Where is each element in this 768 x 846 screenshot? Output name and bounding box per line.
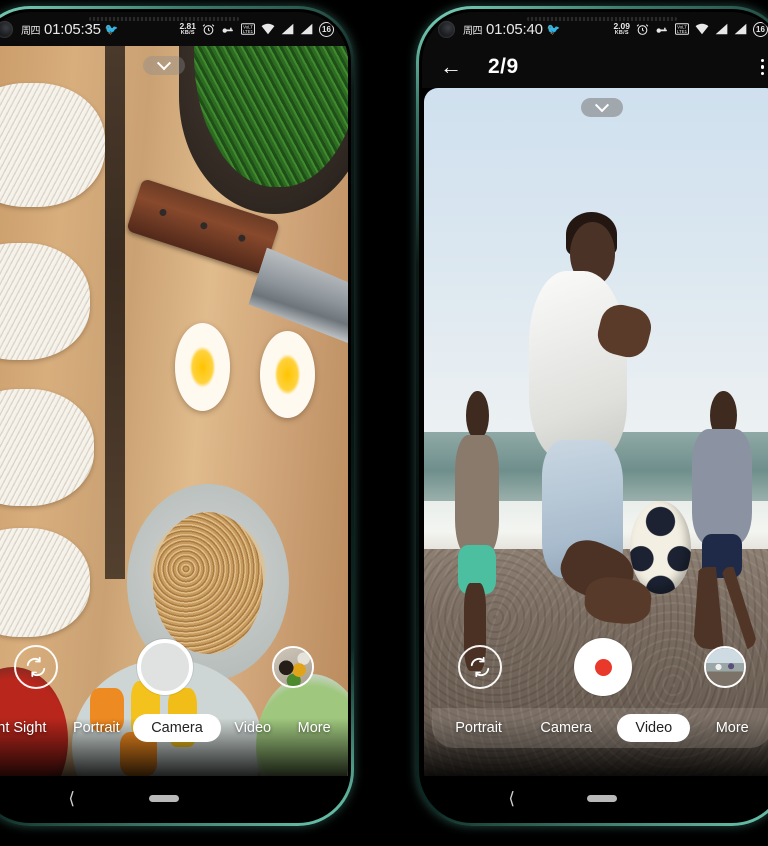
overflow-menu-icon[interactable] bbox=[760, 58, 764, 76]
network-speed-indicator: 2.09 KB/S bbox=[613, 22, 630, 36]
bird-icon: 🐦 bbox=[104, 23, 119, 36]
mode-more[interactable]: More bbox=[703, 714, 762, 742]
back-chevron-icon[interactable]: ⟨ bbox=[508, 790, 515, 807]
camera-mode-selector: Portrait Camera Video More bbox=[432, 708, 768, 748]
board-seam bbox=[105, 46, 126, 579]
volte-icon: VoLT LTE1 bbox=[241, 23, 255, 35]
camera-controls bbox=[424, 632, 768, 702]
record-dot-icon bbox=[594, 658, 612, 676]
last-video-thumbnail bbox=[706, 648, 744, 686]
phone-right: 周四 01:05:40 🐦 2.09 KB/S VoLT LTE1 16 ← 2… bbox=[416, 6, 768, 826]
bird-icon: 🐦 bbox=[546, 23, 561, 36]
screenshot-stage: 周四 01:05:35 🐦 2.81 KB/S VoLT LTE1 16 ht … bbox=[0, 0, 768, 846]
mode-portrait[interactable]: Portrait bbox=[60, 714, 133, 742]
mode-camera[interactable]: Camera bbox=[527, 714, 605, 742]
mode-camera[interactable]: Camera bbox=[133, 714, 221, 742]
signal-bars-icon-2 bbox=[300, 23, 313, 35]
boiled-egg bbox=[259, 330, 315, 419]
key-icon bbox=[221, 23, 235, 36]
expand-settings-button[interactable] bbox=[581, 97, 623, 117]
front-camera-punch-hole bbox=[0, 20, 13, 38]
battery-indicator: 16 bbox=[319, 21, 334, 37]
svg-text:LTE1: LTE1 bbox=[677, 29, 688, 34]
status-clock: 01:05:40 bbox=[486, 20, 543, 38]
gallery-thumbnail-button[interactable] bbox=[272, 646, 314, 688]
mode-video[interactable]: Video bbox=[221, 714, 284, 742]
signal-bars-icon bbox=[281, 23, 294, 35]
camera-mode-selector: ht Sight Portrait Camera Video More bbox=[0, 708, 348, 748]
back-chevron-icon[interactable]: ⟨ bbox=[68, 790, 75, 807]
home-pill-icon[interactable] bbox=[149, 794, 179, 802]
camera-viewfinder[interactable]: Portrait Camera Video More bbox=[424, 88, 768, 776]
status-day-label: 周四 bbox=[463, 25, 483, 37]
mode-night-sight[interactable]: ht Sight bbox=[0, 714, 59, 742]
phone-screen-left: 周四 01:05:35 🐦 2.81 KB/S VoLT LTE1 16 ht … bbox=[0, 12, 348, 820]
phone-bezel: 周四 01:05:35 🐦 2.81 KB/S VoLT LTE1 16 ht … bbox=[0, 9, 351, 823]
chevron-down-icon bbox=[594, 97, 610, 112]
flip-camera-button[interactable] bbox=[458, 645, 502, 689]
system-navigation-bar: ⟨ bbox=[0, 776, 348, 820]
camera-viewfinder[interactable]: ht Sight Portrait Camera Video More bbox=[0, 46, 348, 776]
record-button[interactable] bbox=[574, 638, 632, 696]
alarm-icon bbox=[636, 23, 649, 36]
camera-controls bbox=[0, 632, 348, 702]
chevron-down-icon bbox=[156, 55, 172, 70]
network-speed-unit: KB/S bbox=[180, 29, 195, 36]
mode-more[interactable]: More bbox=[285, 714, 344, 742]
key-icon bbox=[655, 23, 669, 36]
system-navigation-bar: ⟨ bbox=[422, 776, 768, 820]
mode-video[interactable]: Video bbox=[617, 714, 691, 742]
status-bar-left: 周四 01:05:35 🐦 bbox=[21, 21, 119, 38]
mode-portrait[interactable]: Portrait bbox=[442, 714, 515, 742]
signal-bars-icon-2 bbox=[734, 23, 747, 35]
earpiece-speaker bbox=[89, 17, 239, 21]
gallery-thumbnail-button[interactable] bbox=[704, 646, 746, 688]
boiled-egg bbox=[175, 323, 231, 411]
status-bar-left: 周四 01:05:40 🐦 bbox=[463, 21, 561, 38]
phone-bezel: 周四 01:05:40 🐦 2.09 KB/S VoLT LTE1 16 ← 2… bbox=[419, 9, 768, 823]
front-camera-punch-hole bbox=[438, 20, 455, 38]
earpiece-speaker bbox=[527, 17, 677, 21]
shutter-button[interactable] bbox=[137, 639, 193, 695]
expand-settings-button[interactable] bbox=[143, 55, 185, 75]
network-speed-indicator: 2.81 KB/S bbox=[179, 22, 196, 36]
status-clock: 01:05:35 bbox=[44, 20, 101, 38]
player-right bbox=[687, 390, 758, 666]
sauteed-spinach bbox=[194, 46, 348, 188]
status-bar-right: 2.81 KB/S VoLT LTE1 16 bbox=[179, 21, 334, 37]
app-bar: ← 2/9 bbox=[422, 46, 768, 88]
status-bar-right: 2.09 KB/S VoLT LTE1 16 bbox=[613, 21, 768, 37]
player-left bbox=[449, 390, 506, 672]
wifi-icon bbox=[261, 23, 275, 35]
status-day-label: 周四 bbox=[21, 25, 41, 37]
wifi-icon bbox=[695, 23, 709, 35]
phone-screen-right: 周四 01:05:40 🐦 2.09 KB/S VoLT LTE1 16 ← 2… bbox=[422, 12, 768, 820]
volte-icon: VoLT LTE1 bbox=[675, 23, 689, 35]
signal-bars-icon bbox=[715, 23, 728, 35]
flip-camera-button[interactable] bbox=[14, 645, 58, 689]
page-title: 2/9 bbox=[488, 55, 519, 78]
battery-indicator: 16 bbox=[753, 21, 768, 37]
back-arrow-icon[interactable]: ← bbox=[440, 56, 462, 78]
home-pill-icon[interactable] bbox=[587, 794, 617, 802]
alarm-icon bbox=[202, 23, 215, 36]
last-photo-thumbnail bbox=[274, 648, 312, 686]
svg-text:LTE1: LTE1 bbox=[243, 29, 254, 34]
phone-left: 周四 01:05:35 🐦 2.81 KB/S VoLT LTE1 16 ht … bbox=[0, 6, 354, 826]
network-speed-unit: KB/S bbox=[614, 29, 629, 36]
